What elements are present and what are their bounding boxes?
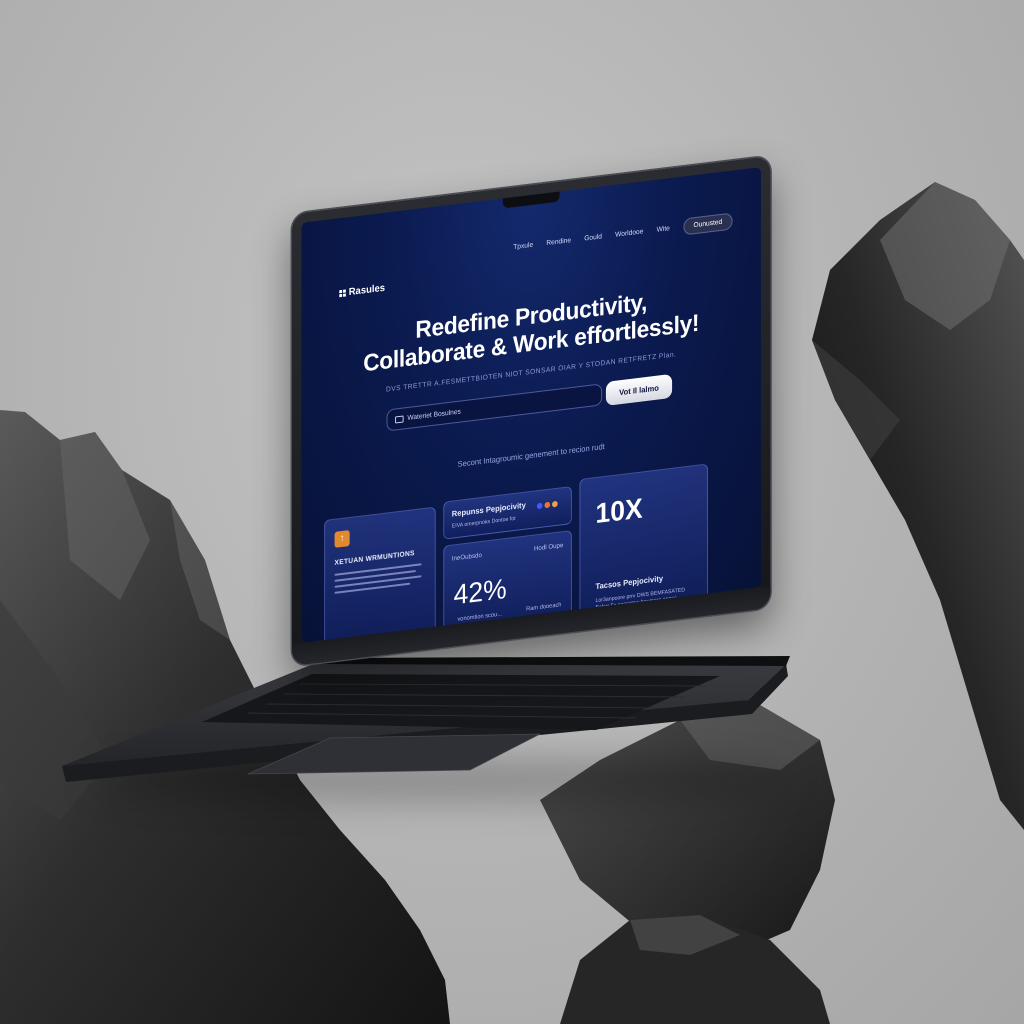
nav-link-2[interactable]: Rendine [546,237,571,247]
productivity-card-subtitle: EIVA omerpnoks Dontoe fot [451,515,516,530]
product-scene: Rasules Tpxule Rendine Gould Worldooe Wi… [0,0,1024,1024]
email-placeholder: Wateriet Bosulnes [407,408,461,422]
laptop-lid: Rasules Tpxule Rendine Gould Worldooe Wi… [292,155,771,666]
multiplier-card-title: Tacsos Pepjocivity [595,573,664,592]
email-input[interactable]: Wateriet Bosulnes [386,383,603,432]
stat-label-right: Hodl Oupe [533,542,564,553]
dot-orange [544,501,551,509]
feature-card[interactable]: ↑ XETUAN WRMUNTIONS [324,506,436,643]
feature-card-title: XETUAN WRMUNTIONS [334,550,415,567]
mail-icon [395,414,404,423]
nav-link-3[interactable]: Gould [584,233,602,242]
dot-amber [552,500,558,508]
brand-name: Rasules [348,282,385,299]
hero-cta-button[interactable]: Vot Il lalmo [605,373,673,406]
nav-cta-button[interactable]: Ounusted [683,212,733,236]
arrow-up-icon: ↑ [334,529,350,548]
stat-label-left: IneOubsdo [451,551,482,563]
percent-stat-value: 42% [453,572,507,611]
brand-logo[interactable]: Rasules [339,283,385,300]
logo-grid-icon [339,289,346,298]
dot-blue [536,502,543,510]
nav-link-5[interactable]: Wite [657,225,670,234]
multiplier-stat-value: 10X [595,492,643,530]
laptop-screen: Rasules Tpxule Rendine Gould Worldooe Wi… [301,167,761,643]
avatar-dots [536,500,558,510]
nav-link-1[interactable]: Tpxule [513,242,533,251]
nav-link-4[interactable]: Worldooe [615,228,643,238]
top-nav: Tpxule Rendine Gould Worldooe Wite Ounus… [513,212,733,257]
